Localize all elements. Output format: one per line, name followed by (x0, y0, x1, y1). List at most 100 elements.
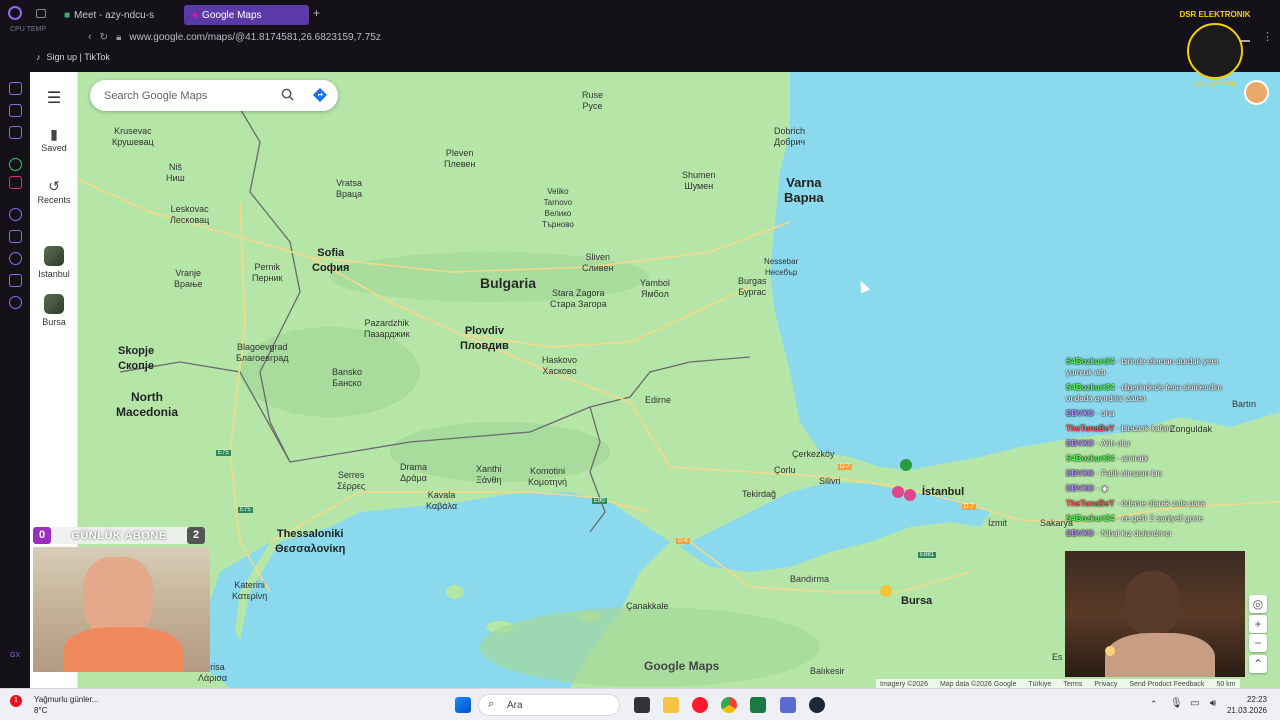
tab-meet[interactable]: ■ Meet - azy-ndcu-s (56, 5, 180, 25)
new-tab-button[interactable]: + (313, 6, 320, 20)
reload-icon[interactable]: ↻ (100, 32, 108, 43)
network-icon[interactable]: ▭ (1190, 698, 1199, 709)
bookmark-tiktok[interactable]: ♪ Sign up | TikTok (36, 52, 110, 62)
city-label[interactable]: Dobrich Добрич (774, 126, 805, 148)
city-label[interactable]: Bandırma (790, 574, 829, 585)
city-label[interactable]: Ruse Русе (582, 90, 603, 112)
city-label[interactable]: İzmit (988, 518, 1007, 529)
city-label[interactable]: Haskovo Хасково (542, 355, 577, 377)
menu-icon[interactable]: ⋮ (1262, 30, 1273, 43)
city-label[interactable]: Pleven Плевен (444, 148, 475, 170)
workspace-icon[interactable] (36, 9, 46, 18)
city-label[interactable]: Bursa (901, 594, 932, 609)
city-label[interactable]: Niš Ниш (166, 162, 185, 184)
scale-bar[interactable]: 50 km (1216, 681, 1235, 688)
city-label[interactable]: Katerini Κατερίνη (232, 580, 267, 602)
tray-chevron-icon[interactable]: ⌃ (1150, 699, 1158, 710)
city-label[interactable]: Thessaloniki Θεσσαλονίκη (275, 527, 345, 557)
city-label[interactable]: Drama Δράμα (400, 462, 427, 484)
city-label[interactable]: Plovdiv Пловдив (460, 324, 509, 354)
starred-place-marker[interactable] (880, 585, 892, 597)
city-label[interactable]: Veliko Tarnovo Велико Търново (542, 186, 574, 230)
speed-dial-icon[interactable] (9, 82, 22, 95)
city-label[interactable]: Stara Zagora Стара Загора (550, 288, 607, 310)
directions-icon[interactable] (312, 87, 328, 103)
volume-icon[interactable]: 🔊︎ (1210, 698, 1216, 709)
recents-button[interactable]: ↺ Recents (30, 178, 78, 205)
city-label[interactable]: Çorlu (774, 465, 796, 476)
city-label[interactable]: Çerkezköy (792, 449, 835, 460)
city-label[interactable]: Balıkesir (810, 666, 845, 677)
saved-place-marker[interactable] (892, 486, 904, 498)
city-label[interactable]: Silivri (819, 476, 841, 487)
recent-place-istanbul[interactable]: Istanbul (30, 246, 78, 279)
weather-widget[interactable]: Yağmurlu günler... 8°C (22, 694, 98, 716)
microphone-icon[interactable]: 🎙︎ (1170, 698, 1183, 709)
city-label[interactable]: Edirne (645, 395, 671, 406)
task-view-icon[interactable] (634, 697, 650, 713)
zoom-in-button[interactable]: + (1249, 615, 1267, 633)
city-label[interactable]: Leskovac Лесковац (170, 204, 209, 226)
city-label[interactable]: Tekirdağ (742, 489, 776, 500)
city-label[interactable]: İstanbul (922, 485, 964, 500)
zoom-out-button[interactable]: − (1249, 634, 1267, 652)
extensions-icon[interactable] (9, 274, 22, 287)
file-explorer-icon[interactable] (663, 697, 679, 713)
tab-google-maps[interactable]: ● Google Maps (184, 5, 309, 25)
instagram-icon[interactable] (9, 176, 22, 189)
city-label[interactable]: Çanakkale (626, 601, 669, 612)
saved-place-marker[interactable] (904, 489, 916, 501)
app-icon[interactable] (780, 697, 796, 713)
player-icon[interactable] (9, 208, 22, 221)
opera-logo-icon[interactable] (8, 6, 22, 20)
back-icon[interactable]: ‹ (88, 31, 92, 43)
city-label[interactable]: Krusevac Крушевац (112, 126, 154, 148)
taskbar-search[interactable]: ⌕ Ara (478, 694, 620, 716)
country-label-north-macedonia[interactable]: North Macedonia (116, 390, 178, 420)
gx-control-icon[interactable] (9, 104, 22, 117)
city-label[interactable]: Sliven Сливен (582, 252, 613, 274)
recent-place-bursa[interactable]: Bursa (30, 294, 78, 327)
feedback-link[interactable]: Send Product Feedback (1129, 681, 1204, 688)
city-label[interactable]: Skopje Скопје (118, 344, 154, 374)
city-label[interactable]: Pazardzhik Пазарджик (364, 318, 410, 340)
city-label[interactable]: Blagoevgrad Благоевград (236, 342, 288, 364)
city-label[interactable]: Komotini Κομοτηνή (528, 466, 567, 488)
city-label[interactable]: Yambol Ямбол (640, 278, 670, 300)
city-label[interactable]: Vranje Врање (174, 268, 202, 290)
chrome-icon[interactable] (721, 697, 737, 713)
twitch-icon[interactable] (9, 126, 22, 139)
city-label[interactable]: Varna Варна (784, 175, 824, 205)
city-label[interactable]: Burgas Бургас (738, 276, 767, 298)
city-label[interactable]: Nessebar Несебър (764, 256, 798, 278)
start-menu-icon[interactable] (455, 697, 471, 713)
whatsapp-app-icon[interactable] (750, 697, 766, 713)
attribution-country[interactable]: Türkiye (1028, 681, 1051, 688)
city-label[interactable]: Serres Σέρρες (337, 470, 365, 492)
hamburger-menu-icon[interactable]: ☰ (30, 88, 78, 108)
city-label[interactable]: Vratsa Враца (336, 178, 362, 200)
city-label[interactable]: Bansko Банско (332, 367, 362, 389)
whatsapp-icon[interactable] (9, 158, 22, 171)
city-label[interactable]: Sofia София (312, 246, 349, 276)
settings-icon[interactable] (9, 296, 22, 309)
system-clock[interactable]: 22:23 21.03.2026 (1227, 694, 1267, 716)
steam-icon[interactable] (809, 697, 825, 713)
my-location-button[interactable]: ◎ (1249, 595, 1267, 613)
privacy-link[interactable]: Privacy (1094, 681, 1117, 688)
opera-gx-icon[interactable] (692, 697, 708, 713)
city-label[interactable]: Shumen Шумен (682, 170, 716, 192)
saved-button[interactable]: ▮ Saved (30, 126, 78, 153)
history-icon[interactable] (9, 252, 22, 265)
city-label[interactable]: Pernik Перник (252, 262, 282, 284)
city-label[interactable]: Es (1052, 652, 1063, 663)
green-flag-marker[interactable] (900, 459, 912, 471)
search-input[interactable]: Search Google Maps (90, 80, 338, 111)
search-icon[interactable] (281, 88, 294, 101)
city-label[interactable]: Kavala Καβάλα (426, 490, 457, 512)
city-label[interactable]: Xanthi Ξάνθη (476, 464, 502, 486)
pinboard-icon[interactable] (9, 230, 22, 243)
expand-button[interactable]: ⌃ (1249, 655, 1267, 673)
terms-link[interactable]: Terms (1063, 681, 1082, 688)
country-label-bulgaria[interactable]: Bulgaria (480, 276, 536, 290)
